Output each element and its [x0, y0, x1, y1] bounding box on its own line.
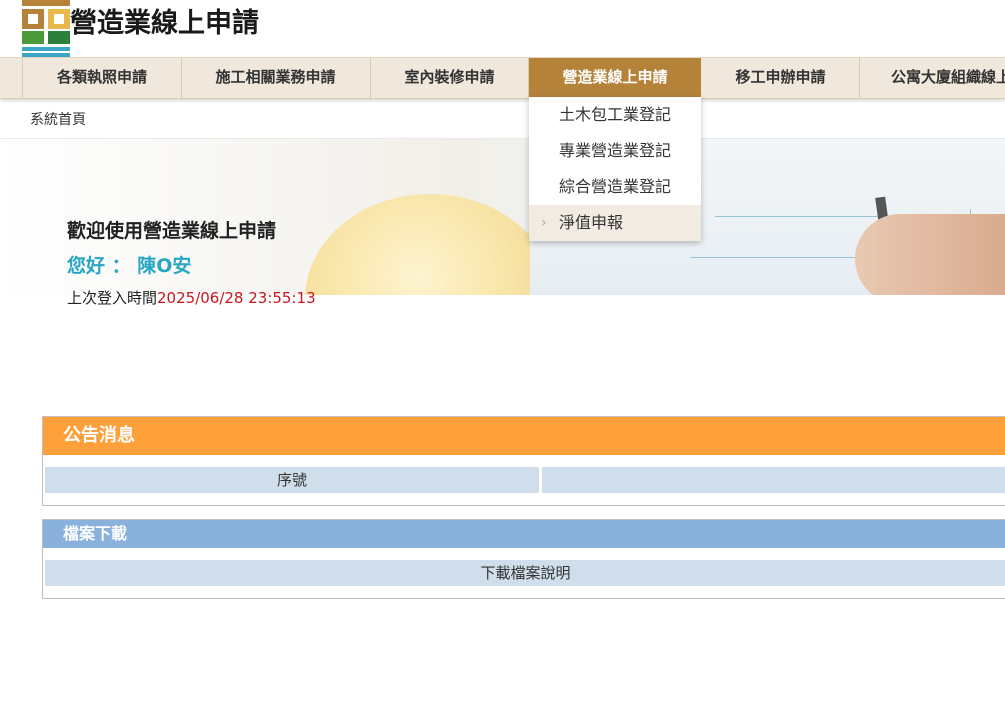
column-header-file-description: 下載檔案說明 [45, 560, 1005, 586]
welcome-title: 歡迎使用營造業線上申請 [67, 220, 277, 242]
hand-illustration [855, 214, 1005, 295]
menu-item-label: 專業營造業登記 [559, 141, 672, 160]
announcements-panel: 公告消息 序號 [42, 416, 1005, 506]
user-greeting: 您好 ： 陳O安 [67, 255, 192, 277]
menu-item-general-contractor[interactable]: 綜合營造業登記 [529, 169, 701, 205]
menu-item-label: 土木包工業登記 [559, 105, 672, 124]
announcements-title: 公告消息 [43, 417, 1005, 455]
menu-item-label: 淨值申報 [559, 213, 624, 232]
menu-item-civil-contractor[interactable]: 土木包工業登記 [529, 97, 701, 133]
chevron-right-icon: › [541, 215, 547, 231]
column-header-blank [542, 467, 1005, 493]
announcements-table-header: 序號 [45, 467, 1005, 493]
downloads-title: 檔案下載 [43, 520, 1005, 548]
site-header: 營造業線上申請 [0, 0, 1005, 57]
nav-item-construction-services[interactable]: 施工相關業務申請 [181, 58, 371, 98]
menu-item-specialty-contractor[interactable]: 專業營造業登記 [529, 133, 701, 169]
nav-item-interior-decoration[interactable]: 室內裝修申請 [371, 58, 529, 98]
nav-item-construction-online[interactable]: 營造業線上申請 [529, 58, 701, 98]
last-login-label: 上次登入時間 [67, 289, 158, 307]
last-login-time: 2025/06/28 23:55:13 [157, 289, 316, 307]
breadcrumb[interactable]: 系統首頁 [30, 109, 86, 129]
logo-icon[interactable] [22, 0, 70, 57]
column-header-serial: 序號 [45, 467, 539, 493]
site-title: 營造業線上申請 [70, 8, 259, 39]
nav-item-licenses[interactable]: 各類執照申請 [22, 58, 182, 98]
helmet-illustration [305, 194, 555, 295]
nav-item-migrant-workers[interactable]: 移工申辦申請 [702, 58, 860, 98]
menu-item-label: 綜合營造業登記 [559, 177, 672, 196]
menu-item-net-worth-report[interactable]: › 淨值申報 [529, 205, 701, 241]
downloads-panel: 檔案下載 下載檔案說明 [42, 519, 1005, 599]
construction-online-dropdown: 土木包工業登記 專業營造業登記 綜合營造業登記 › 淨值申報 [529, 97, 701, 241]
main-nav: 各類執照申請 施工相關業務申請 室內裝修申請 營造業線上申請 移工申辦申請 公寓… [0, 57, 1005, 99]
nav-item-apartment-organization[interactable]: 公寓大廈組織線上 [860, 58, 1005, 98]
last-login: 上次登入時間2025/06/28 23:55:13 [67, 287, 316, 308]
